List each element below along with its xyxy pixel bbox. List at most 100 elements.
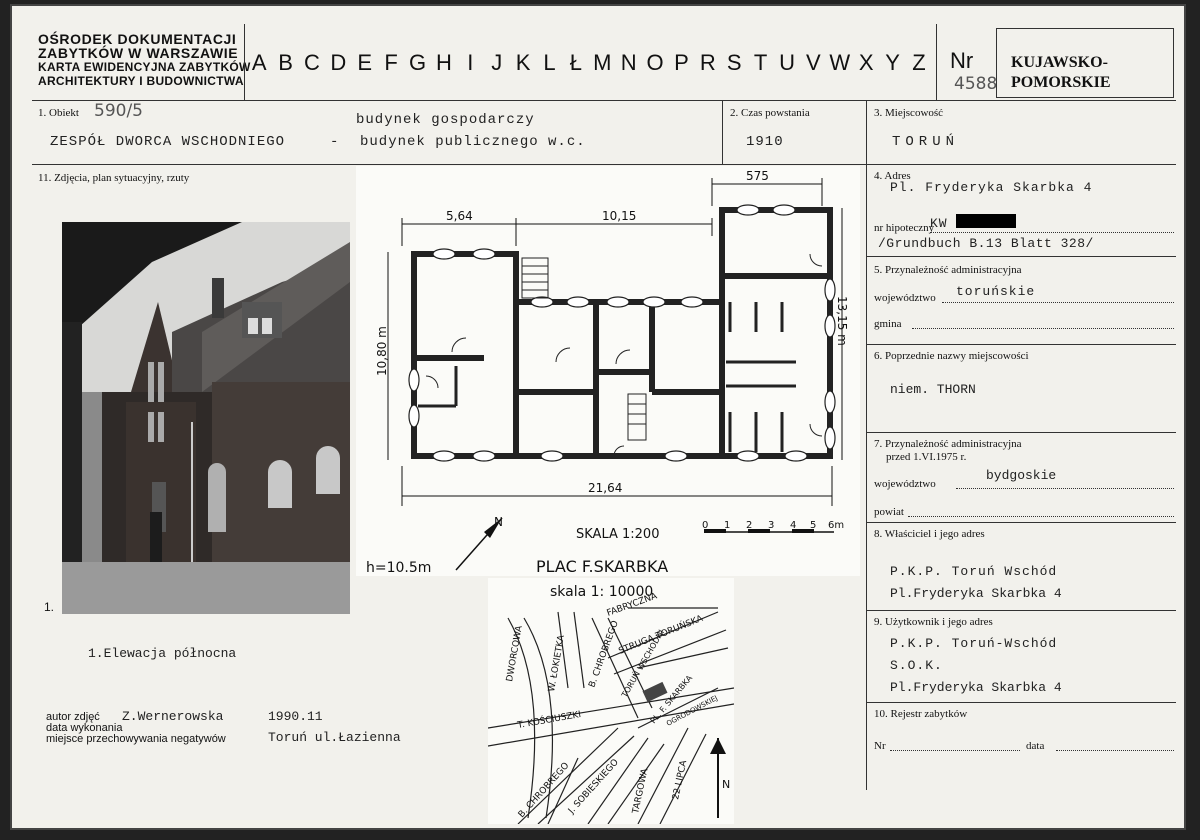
field8-line1: P.K.P. Toruń Wschód bbox=[890, 564, 1058, 579]
floor-plan-drawing: 575 5,64 10,15 10,80 m 13,15 m 21,64 SKA… bbox=[366, 169, 849, 576]
field2-label: 2. Czas powstania bbox=[730, 107, 810, 119]
field4-hipo-label: nr hipoteczny bbox=[874, 222, 935, 234]
field1-upper-line: budynek gospodarczy bbox=[356, 112, 535, 128]
field10-nr-label: Nr bbox=[874, 740, 886, 752]
letter-d[interactable]: D bbox=[325, 50, 351, 76]
letter-w[interactable]: W bbox=[827, 50, 853, 76]
institution-line-2: ZABYTKÓW W WARSZAWIE bbox=[38, 45, 239, 61]
field9-line1: P.K.P. Toruń-Wschód bbox=[890, 636, 1058, 651]
field7-label-line1: 7. Przynależność administracyjna bbox=[874, 438, 1022, 450]
alphabet-index: A B C D E F G H I J K L Ł M N O P R S T … bbox=[246, 50, 932, 76]
plan-height-label: h=10.5m bbox=[366, 560, 431, 576]
plan-square-label: PLAC F.SKARBKA bbox=[536, 557, 668, 576]
institution-line-4: ARCHITEKTURY I BUDOWNICTWA bbox=[38, 74, 244, 88]
plan-scale-tick-4: 4 bbox=[790, 520, 796, 531]
field5-woj-value: toruńskie bbox=[956, 284, 1036, 299]
photo-caption: 1.Elewacja północna bbox=[88, 646, 237, 661]
plan-north-label: N bbox=[494, 515, 503, 529]
letter-e[interactable]: E bbox=[352, 50, 378, 76]
field4-hipo-value: KW bbox=[930, 216, 948, 231]
footer-date-value: 1990.11 bbox=[268, 709, 323, 724]
location-map-drawing: skala 1: 10000 FABRYCZNA DWORCOWA W. ŁOK… bbox=[487, 584, 735, 825]
plan-dim-left: 10,80 m bbox=[375, 326, 389, 376]
redaction-bar bbox=[956, 214, 1016, 228]
letter-y[interactable]: Y bbox=[879, 50, 905, 76]
field8-line2: Pl.Fryderyka Skarbka 4 bbox=[890, 586, 1062, 601]
map-street-targowa: TARGOWA bbox=[631, 767, 651, 816]
field3-value: TORUŃ bbox=[892, 134, 960, 150]
footer-storage-label: miejsce przechowywania negatywów bbox=[46, 733, 226, 745]
field2-value: 1910 bbox=[746, 134, 784, 150]
field1-object-name: ZESPÓŁ DWORCA WSCHODNIEGO bbox=[50, 134, 286, 150]
field7-woj-value: bydgoskie bbox=[986, 468, 1057, 483]
institution-block: OŚRODEK DOKUMENTACJI ZABYTKÓW W WARSZAWI… bbox=[38, 32, 251, 88]
field8-label: 8. Właściciel i jego adres bbox=[874, 528, 985, 540]
map-north-label: N bbox=[722, 778, 730, 791]
field5-woj-label: województwo bbox=[874, 292, 936, 304]
letter-v[interactable]: V bbox=[800, 50, 826, 76]
letter-r[interactable]: R bbox=[695, 50, 721, 76]
field5-label: 5. Przynależność administracyjna bbox=[874, 264, 1022, 276]
letter-f[interactable]: F bbox=[378, 50, 404, 76]
field11-label: 11. Zdjęcia, plan sytuacyjny, rzuty bbox=[38, 172, 190, 184]
institution-line-3: KARTA EWIDENCYJNA ZABYTKÓW bbox=[38, 60, 251, 74]
field6-value: niem. THORN bbox=[890, 382, 976, 397]
letter-u[interactable]: U bbox=[774, 50, 800, 76]
letter-i[interactable]: I bbox=[457, 50, 483, 76]
map-street-kosciuszki: T. KOŚCIUSZKI bbox=[515, 708, 581, 731]
field7-powiat-label: powiat bbox=[874, 506, 904, 518]
photo-number: 1. bbox=[44, 600, 55, 614]
letter-t[interactable]: T bbox=[747, 50, 773, 76]
letter-a[interactable]: A bbox=[246, 50, 272, 76]
letter-b[interactable]: B bbox=[272, 50, 298, 76]
plan-dim-1015: 10,15 bbox=[602, 209, 636, 223]
region-box: KUJAWSKO- POMORSKIE bbox=[996, 28, 1174, 98]
plan-scale-tick-2: 2 bbox=[746, 520, 752, 531]
letter-s[interactable]: S bbox=[721, 50, 747, 76]
building-photo-image bbox=[62, 222, 350, 614]
field4-grundbuch: /Grundbuch B.13 Blatt 328/ bbox=[878, 236, 1094, 251]
letter-h[interactable]: H bbox=[431, 50, 457, 76]
nr-handwritten: 4588 bbox=[954, 74, 998, 94]
floor-plan: 575 5,64 10,15 10,80 m 13,15 m 21,64 SKA… bbox=[356, 166, 860, 576]
institution-line-1: OŚRODEK DOKUMENTACJI bbox=[38, 31, 237, 47]
letter-k[interactable]: K bbox=[510, 50, 536, 76]
footer-storage-value: Toruń ul.Łazienna bbox=[268, 730, 401, 745]
letter-n[interactable]: N bbox=[615, 50, 641, 76]
plan-dim-564: 5,64 bbox=[446, 209, 473, 223]
field4-value: Pl. Fryderyka Skarbka 4 bbox=[890, 180, 1093, 195]
plan-dim-right: 13,15 m bbox=[835, 296, 849, 346]
letter-p[interactable]: P bbox=[668, 50, 694, 76]
field7-label-line2: przed 1.VI.1975 r. bbox=[886, 451, 967, 463]
field10-label: 10. Rejestr zabytków bbox=[874, 708, 968, 720]
letter-l-stroke[interactable]: Ł bbox=[563, 50, 589, 76]
building-photo bbox=[62, 222, 350, 614]
field9-line3: Pl.Fryderyka Skarbka 4 bbox=[890, 680, 1062, 695]
plan-dim-top-right: 575 bbox=[746, 169, 769, 183]
plan-scale-label: SKALA 1:200 bbox=[576, 527, 659, 542]
inventory-card: OŚRODEK DOKUMENTACJI ZABYTKÓW W WARSZAWI… bbox=[10, 4, 1186, 830]
field3-label: 3. Miejscowość bbox=[874, 107, 944, 119]
letter-g[interactable]: G bbox=[404, 50, 430, 76]
map-street-dworcowa: DWORCOWA bbox=[505, 624, 525, 682]
field1-hand-number: 590/5 bbox=[94, 101, 143, 121]
field1-label: 1. Obiekt bbox=[38, 107, 79, 119]
plan-dim-bottom: 21,64 bbox=[588, 481, 622, 495]
region-line-2: POMORSKIE bbox=[1011, 74, 1111, 91]
letter-m[interactable]: M bbox=[589, 50, 615, 76]
region-line-1: KUJAWSKO- bbox=[1011, 54, 1108, 71]
letter-z[interactable]: Z bbox=[906, 50, 932, 76]
letter-l[interactable]: L bbox=[536, 50, 562, 76]
field1-object-detail: budynek publicznego w.c. bbox=[360, 134, 586, 150]
plan-scale-tick-6: 6m bbox=[828, 520, 844, 531]
letter-c[interactable]: C bbox=[299, 50, 325, 76]
field7-woj-label: województwo bbox=[874, 478, 936, 490]
map-street-lokietka: W. ŁOKIETKA bbox=[547, 633, 567, 692]
letter-o[interactable]: O bbox=[642, 50, 668, 76]
field5-gmina-label: gmina bbox=[874, 318, 902, 330]
location-map: skala 1: 10000 FABRYCZNA DWORCOWA W. ŁOK… bbox=[487, 578, 735, 825]
map-street-22-lipca: 22 LIPCA bbox=[671, 759, 689, 801]
letter-x[interactable]: X bbox=[853, 50, 879, 76]
letter-j[interactable]: J bbox=[484, 50, 510, 76]
plan-scale-tick-0: 0 bbox=[702, 520, 708, 531]
